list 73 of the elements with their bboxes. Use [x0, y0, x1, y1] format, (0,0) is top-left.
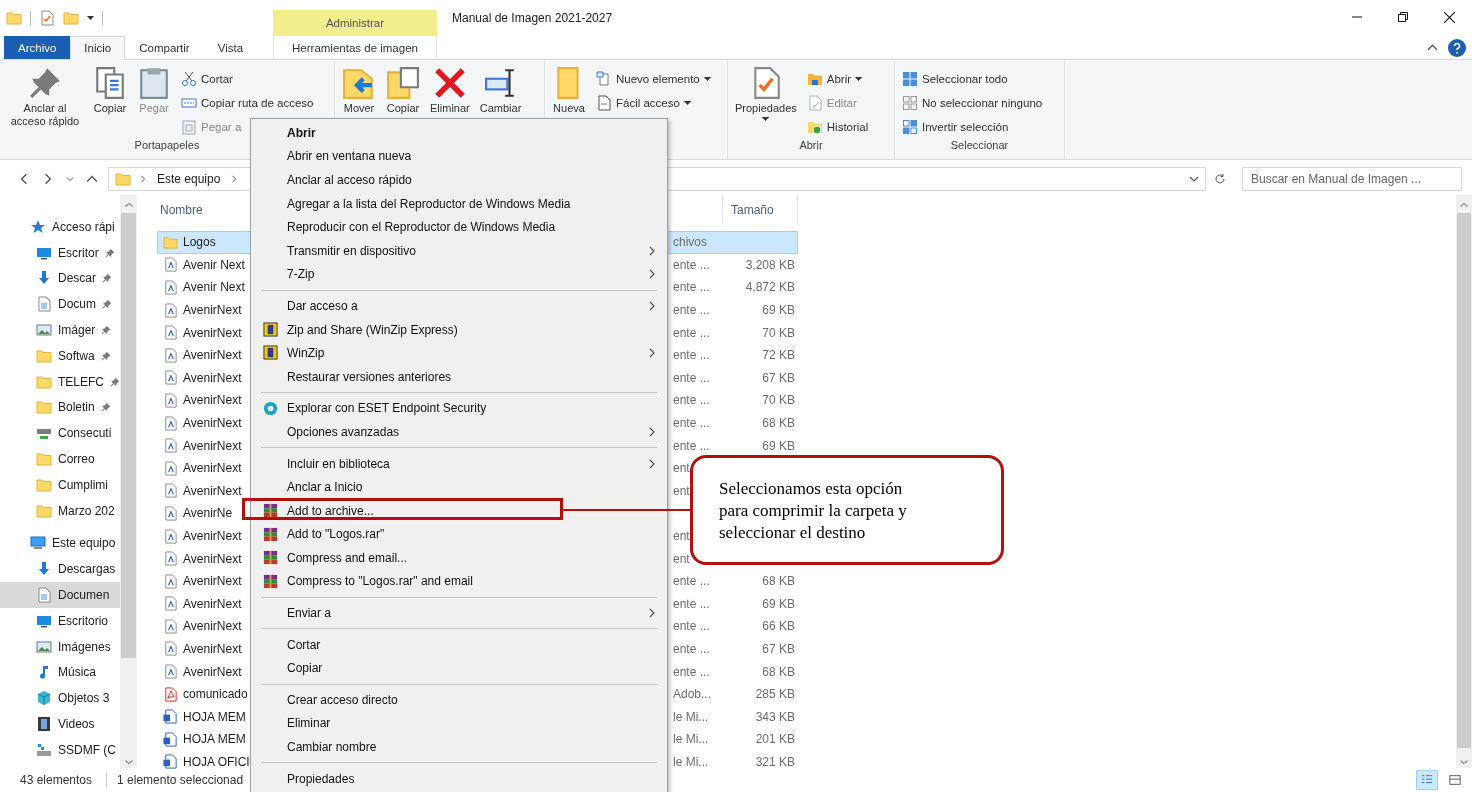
file-name: HOJA OFICI	[183, 754, 250, 769]
file-size: 343 KB	[754, 709, 796, 724]
file-name: AvenirNext	[183, 416, 242, 431]
item-count: 43 elementos	[20, 773, 93, 787]
file-size: 67 KB	[761, 370, 796, 385]
file-name: AvenirNext	[183, 574, 242, 589]
file-name: AvenirNext	[183, 348, 242, 363]
file-name: HOJA MEM	[183, 732, 246, 747]
file-name: AvenirNext	[183, 483, 242, 498]
callout-note: Seleccionamos esta opción para comprimir la carpeta y seleccionar el destino	[690, 455, 1004, 565]
file-type: ent	[673, 461, 691, 476]
file-type: ente ...	[673, 393, 711, 408]
file-type: ente ...	[673, 370, 711, 385]
file-name: AvenirNext	[183, 393, 242, 408]
file-name: HOJA MEM	[183, 709, 246, 724]
file-name: AvenirNext	[183, 619, 242, 634]
group-label: Abrir	[799, 139, 823, 153]
group-label: Portapapeles	[134, 139, 200, 153]
file-type: ente ...	[673, 325, 711, 340]
file-size: 69 KB	[761, 438, 796, 453]
file-name: AvenirNext	[183, 642, 242, 656]
file-size: 68 KB	[761, 574, 796, 589]
file-type: le Mi...	[673, 709, 710, 724]
file-size: 66 KB	[761, 619, 796, 634]
file-name: AvenirNext	[183, 596, 242, 611]
file-size: 3,208 KB	[744, 257, 796, 272]
file-size: 68 KB	[761, 664, 796, 679]
file-type: ente ...	[673, 619, 711, 634]
file-size: 321 KB	[754, 754, 796, 769]
file-type: ente ...	[673, 280, 711, 295]
file-type: ente ...	[673, 438, 711, 453]
file-name: AvenirNe	[183, 506, 233, 521]
file-name: AvenirNext	[183, 438, 242, 453]
file-size: 4,872 KB	[744, 280, 796, 295]
file-name: comunicado	[183, 687, 248, 702]
file-type: le Mi...	[673, 732, 710, 747]
file-type: Adob...	[673, 687, 713, 702]
file-size: 70 KB	[761, 393, 796, 408]
file-type: ente ...	[673, 664, 711, 679]
file-size: 201 KB	[754, 732, 796, 747]
selection-count: 1 elemento seleccionad	[117, 773, 244, 787]
file-type: ente ...	[673, 348, 711, 363]
group-label: Seleccionar	[950, 139, 1009, 153]
file-type: ente ...	[673, 642, 711, 656]
file-name: AvenirNext	[183, 551, 242, 566]
context-tab-header: Administrar	[273, 10, 437, 36]
file-name: AvenirNext	[183, 325, 242, 340]
file-size: 69 KB	[761, 303, 796, 318]
file-type: chivos	[673, 235, 708, 250]
file-name: Avenir Next	[183, 280, 245, 295]
file-size: 67 KB	[761, 642, 796, 656]
file-type: ente ...	[673, 303, 711, 318]
file-type: ent	[673, 529, 691, 543]
file-name: Avenir Next	[183, 257, 245, 272]
file-name: AvenirNext	[183, 370, 242, 385]
file-type: ente ...	[673, 257, 711, 272]
file-name: AvenirNext	[183, 664, 242, 679]
file-type: ente ...	[673, 596, 711, 611]
file-size: 285 KB	[754, 687, 796, 702]
file-name: AvenirNext	[183, 529, 242, 543]
file-type: le Mi...	[673, 754, 710, 769]
window-title: Manual de Imagen 2021-2027	[452, 11, 613, 25]
file-size: 70 KB	[761, 325, 796, 340]
file-name: AvenirNext	[183, 461, 242, 476]
file-type: ent	[673, 483, 691, 498]
file-type: ente ...	[673, 416, 711, 431]
file-size: 68 KB	[761, 416, 796, 431]
file-type: ent	[673, 551, 691, 566]
file-size: 69 KB	[761, 596, 796, 611]
file-name: Logos	[183, 235, 216, 250]
file-name: AvenirNext	[183, 303, 242, 318]
file-type: ente ...	[673, 574, 711, 589]
file-size: 72 KB	[761, 348, 796, 363]
